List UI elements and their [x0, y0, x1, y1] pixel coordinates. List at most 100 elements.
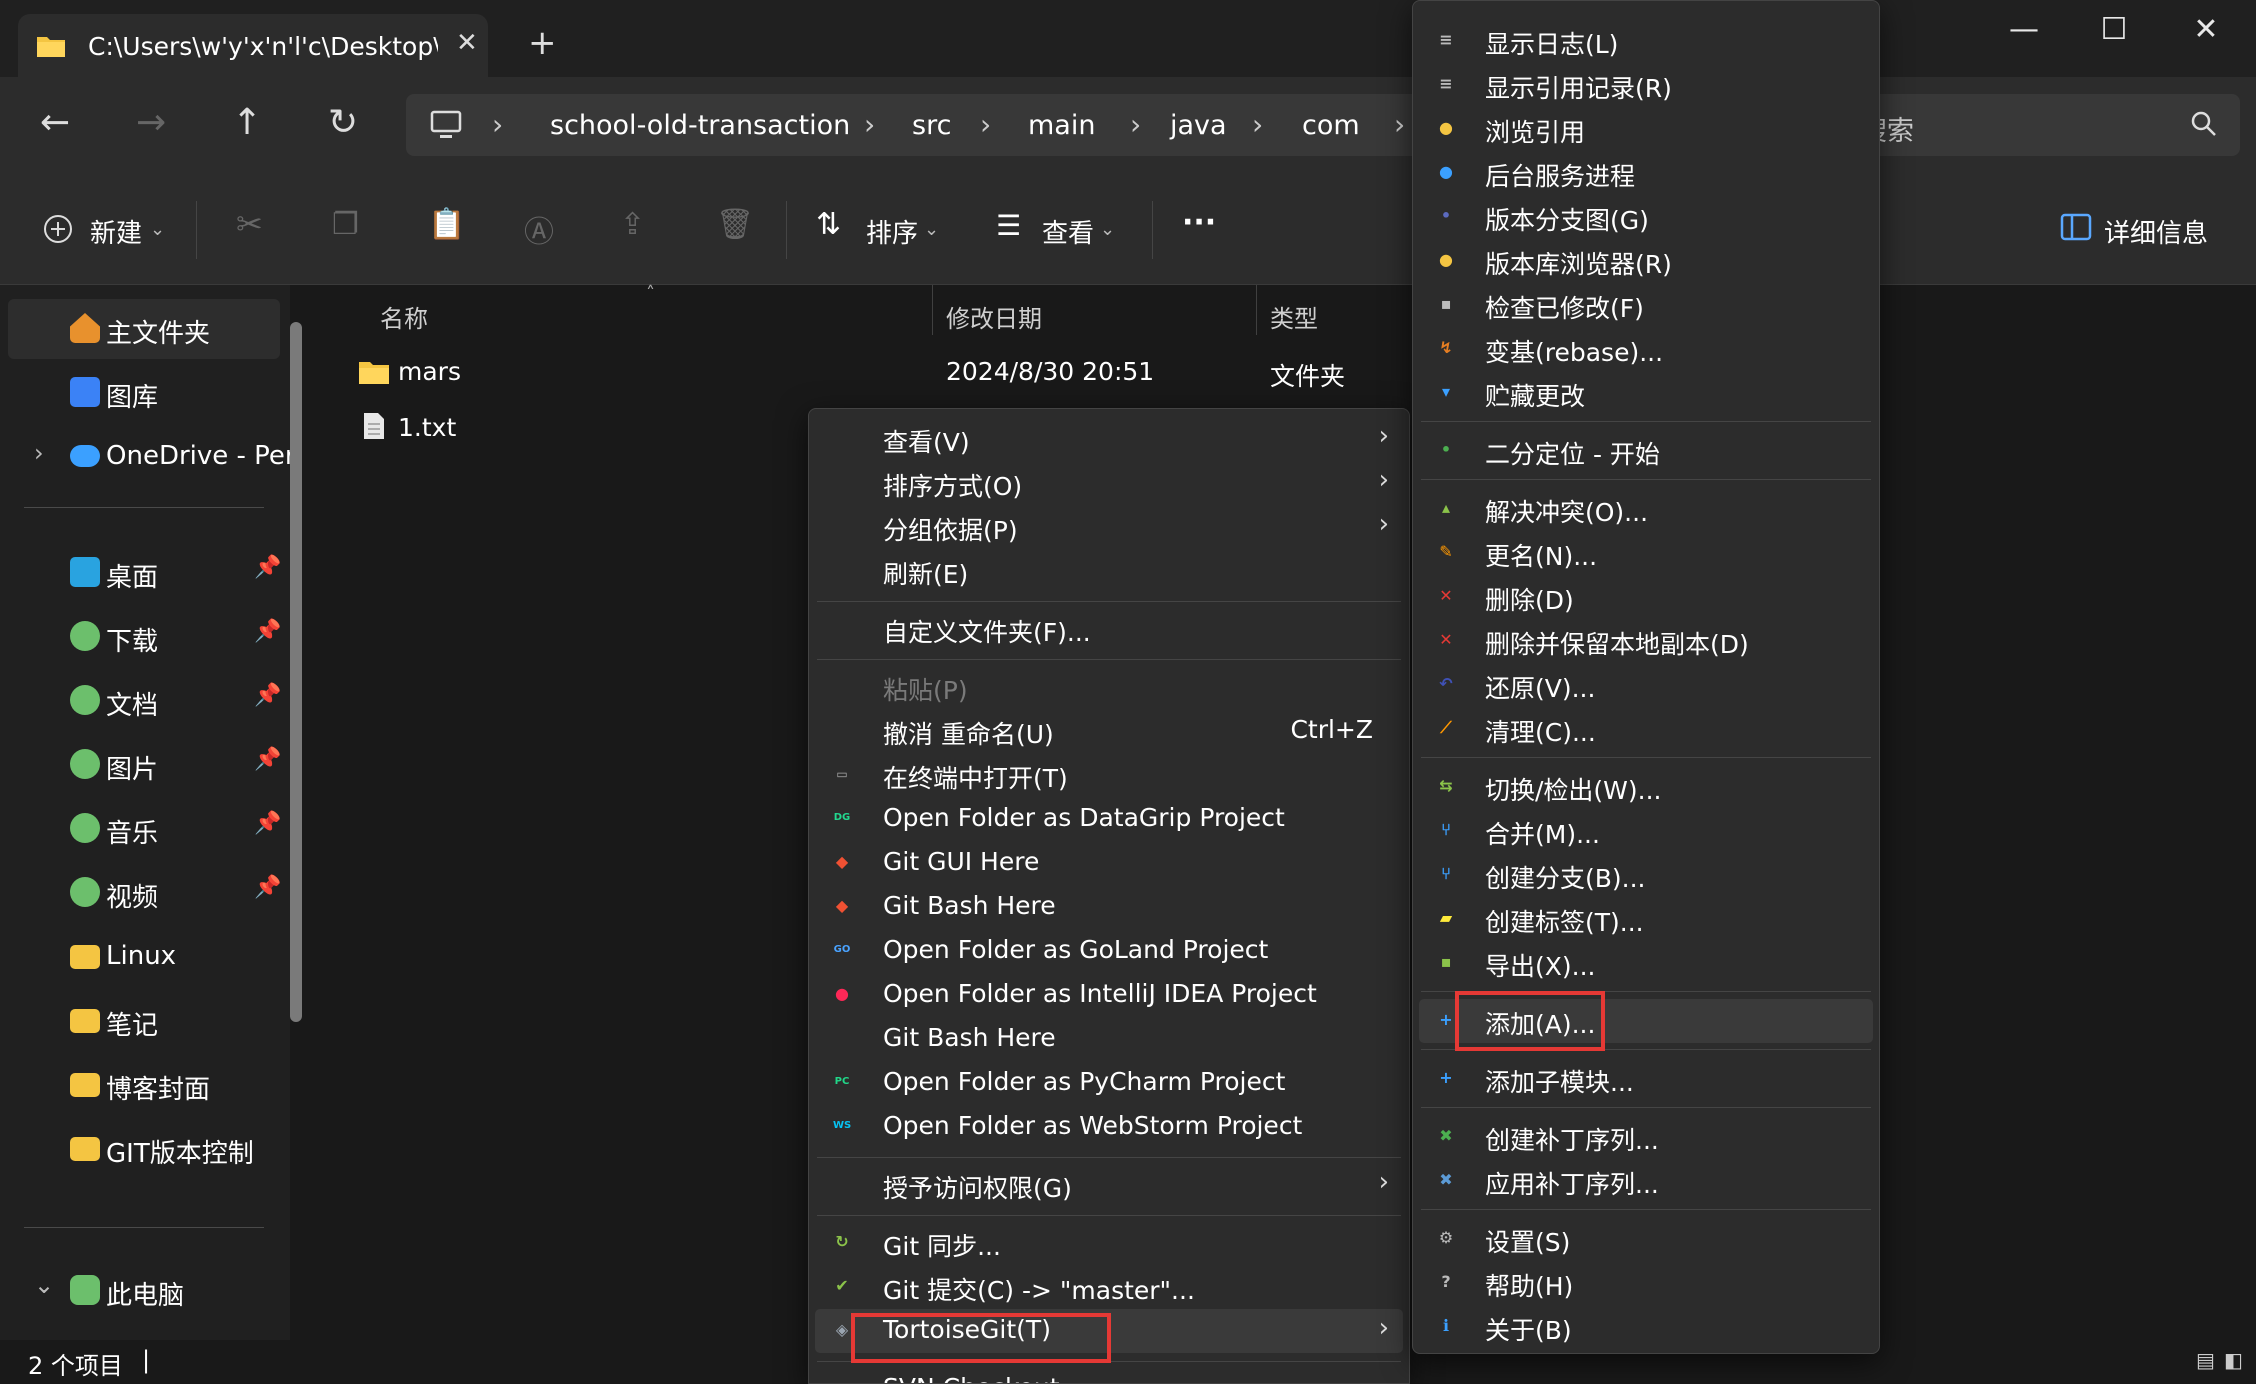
menu-item-merge[interactable]: ⑂ 合并(M)...: [1419, 809, 1873, 853]
more-options-button[interactable]: ···: [1182, 205, 1216, 240]
menu-item-refresh[interactable]: 刷新(E): [815, 549, 1403, 593]
sidebar-item-music[interactable]: 音乐 📌: [8, 799, 281, 859]
pin-icon[interactable]: 📌: [254, 747, 281, 772]
maximize-button[interactable]: ☐: [2084, 12, 2144, 47]
file-row[interactable]: mars 2024/8/30 20:51 文件夹: [320, 347, 1420, 395]
menu-item-create-branch[interactable]: ⑂ 创建分支(B)...: [1419, 853, 1873, 897]
sidebar-item-gallery[interactable]: 图库: [8, 363, 280, 423]
minimize-button[interactable]: —: [1994, 12, 2054, 47]
menu-item-cleanup[interactable]: ⟋ 清理(C)...: [1419, 707, 1873, 751]
new-button[interactable]: 新建: [90, 213, 142, 250]
menu-item-sort-by[interactable]: 排序方式(O) ›: [815, 461, 1403, 505]
sort-button[interactable]: 排序: [866, 213, 918, 250]
pin-icon[interactable]: 📌: [254, 619, 281, 644]
menu-item-rename[interactable]: ✎ 更名(N)...: [1419, 531, 1873, 575]
sidebar-item-pictures[interactable]: 图片 📌: [8, 735, 281, 795]
sidebar-item-videos[interactable]: 视频 📌: [8, 863, 281, 923]
new-tab-button[interactable]: +: [528, 26, 557, 60]
menu-item-grant-access[interactable]: 授予访问权限(G) ›: [815, 1163, 1403, 1207]
tab-close-button[interactable]: ✕: [456, 28, 478, 58]
column-divider[interactable]: [932, 285, 933, 335]
menu-item-create-patch[interactable]: ✖ 创建补丁序列...: [1419, 1115, 1873, 1159]
menu-item-resolve[interactable]: ▴ 解决冲突(O)...: [1419, 487, 1873, 531]
sidebar-item-blog-covers[interactable]: 博客封面: [8, 1055, 280, 1115]
menu-item-switch-checkout[interactable]: ⇆ 切换/检出(W)...: [1419, 765, 1873, 809]
menu-item-pycharm[interactable]: PC Open Folder as PyCharm Project: [815, 1061, 1403, 1105]
menu-item-delete-keep-local[interactable]: ✕ 删除并保留本地副本(D): [1419, 619, 1873, 663]
menu-item-stash[interactable]: ▾ 贮藏更改: [1419, 371, 1873, 415]
refresh-icon[interactable]: ↻: [328, 105, 358, 141]
menu-item-datagrip[interactable]: DG Open Folder as DataGrip Project: [815, 797, 1403, 841]
sidebar-item-home[interactable]: 主文件夹: [8, 299, 280, 359]
cut-icon[interactable]: ✂: [236, 205, 263, 243]
menu-item-rebase[interactable]: ↯ 变基(rebase)...: [1419, 327, 1873, 371]
menu-item-reflog[interactable]: ≡ 显示引用记录(R): [1419, 63, 1873, 107]
column-header-modified[interactable]: 修改日期: [946, 299, 1042, 334]
view-button[interactable]: 查看: [1042, 213, 1094, 250]
explorer-tab[interactable]: C:\Users\w'y'x'n'l'c\Desktop\sc ✕: [18, 14, 488, 77]
column-divider[interactable]: [1256, 285, 1257, 335]
menu-item-undo-rename[interactable]: 撤消 重命名(U) Ctrl+Z: [815, 709, 1403, 753]
menu-item-about[interactable]: ℹ 关于(B): [1419, 1305, 1873, 1349]
column-header-type[interactable]: 类型: [1270, 299, 1318, 334]
tiles-view-icon[interactable]: ◧: [2224, 1348, 2243, 1372]
column-header-name[interactable]: 名称: [380, 299, 428, 334]
back-arrow-icon[interactable]: ←: [40, 105, 70, 141]
menu-item-settings[interactable]: ⚙ 设置(S): [1419, 1217, 1873, 1261]
paste-icon[interactable]: 📋: [428, 207, 465, 242]
delete-icon[interactable]: 🗑: [716, 207, 754, 242]
menu-item-apply-patch[interactable]: ✖ 应用补丁序列...: [1419, 1159, 1873, 1203]
menu-item-create-tag[interactable]: ▰ 创建标签(T)...: [1419, 897, 1873, 941]
menu-item-paste[interactable]: 粘贴(P): [815, 665, 1403, 709]
menu-item-daemon[interactable]: ● 后台服务进程: [1419, 151, 1873, 195]
menu-item-svn-checkout[interactable]: SVN Checkout...: [815, 1367, 1403, 1383]
sidebar-item-git[interactable]: GIT版本控制: [8, 1119, 280, 1179]
menu-item-revert[interactable]: ↶ 还原(V)...: [1419, 663, 1873, 707]
sidebar-item-this-pc[interactable]: ⌄ 此电脑: [8, 1261, 280, 1321]
breadcrumb-item[interactable]: java: [1170, 110, 1227, 141]
menu-item-bisect-start[interactable]: • 二分定位 - 开始: [1419, 429, 1873, 473]
menu-item-view[interactable]: 查看(V) ›: [815, 417, 1403, 461]
copy-icon[interactable]: ❐: [332, 207, 359, 242]
menu-item-customize-folder[interactable]: 自定义文件夹(F)...: [815, 607, 1403, 651]
menu-item-webstorm[interactable]: WS Open Folder as WebStorm Project: [815, 1105, 1403, 1149]
pin-icon[interactable]: 📌: [254, 683, 281, 708]
menu-item-revision-graph[interactable]: • 版本分支图(G): [1419, 195, 1873, 239]
forward-arrow-icon[interactable]: →: [136, 105, 166, 141]
menu-item-goland[interactable]: GO Open Folder as GoLand Project: [815, 929, 1403, 973]
close-window-button[interactable]: ✕: [2176, 12, 2236, 47]
menu-item-help[interactable]: ? 帮助(H): [1419, 1261, 1873, 1305]
chevron-right-icon[interactable]: ›: [34, 439, 44, 467]
sidebar-item-desktop[interactable]: 桌面 📌: [8, 543, 281, 603]
chevron-down-icon[interactable]: ⌄: [34, 1271, 54, 1299]
menu-item-git-bash-2[interactable]: Git Bash Here: [815, 1017, 1403, 1061]
menu-item-delete[interactable]: ✕ 删除(D): [1419, 575, 1873, 619]
menu-item-show-log[interactable]: ≡ 显示日志(L): [1419, 19, 1873, 63]
breadcrumb-item[interactable]: school-old-transaction: [550, 110, 850, 141]
breadcrumb-item[interactable]: com: [1302, 110, 1360, 141]
rename-icon[interactable]: Ⓐ: [524, 207, 554, 251]
menu-item-browse-refs[interactable]: ● 浏览引用: [1419, 107, 1873, 151]
pin-icon[interactable]: 📌: [254, 811, 281, 836]
menu-item-add-submodule[interactable]: + 添加子模块...: [1419, 1057, 1873, 1101]
pin-icon[interactable]: 📌: [254, 555, 281, 580]
sidebar-item-downloads[interactable]: 下载 📌: [8, 607, 281, 667]
search-input[interactable]: 搜索: [1840, 94, 2240, 156]
menu-item-git-gui[interactable]: ◆ Git GUI Here: [815, 841, 1403, 885]
menu-item-check-modifications[interactable]: ▪ 检查已修改(F): [1419, 283, 1873, 327]
sidebar-item-documents[interactable]: 文档 📌: [8, 671, 281, 731]
address-breadcrumb[interactable]: › school-old-transaction › src › main › …: [406, 94, 1446, 156]
menu-item-git-commit[interactable]: ✔ Git 提交(C) -> "master"...: [815, 1265, 1403, 1309]
sidebar-item-notes[interactable]: 笔记: [8, 991, 280, 1051]
sidebar-scrollbar[interactable]: [290, 322, 302, 1022]
menu-item-intellij[interactable]: ● Open Folder as IntelliJ IDEA Project: [815, 973, 1403, 1017]
share-icon[interactable]: ⇪: [620, 207, 645, 242]
menu-item-export[interactable]: ▪ 导出(X)...: [1419, 941, 1873, 985]
menu-item-git-sync[interactable]: ↻ Git 同步...: [815, 1221, 1403, 1265]
menu-item-open-terminal[interactable]: ▭ 在终端中打开(T): [815, 753, 1403, 797]
menu-item-group-by[interactable]: 分组依据(P) ›: [815, 505, 1403, 549]
up-arrow-icon[interactable]: ↑: [232, 105, 262, 141]
sidebar-item-onedrive[interactable]: › OneDrive - Per: [8, 427, 296, 487]
sidebar-item-linux[interactable]: Linux: [8, 927, 280, 987]
details-view-icon[interactable]: ▤: [2196, 1348, 2215, 1372]
